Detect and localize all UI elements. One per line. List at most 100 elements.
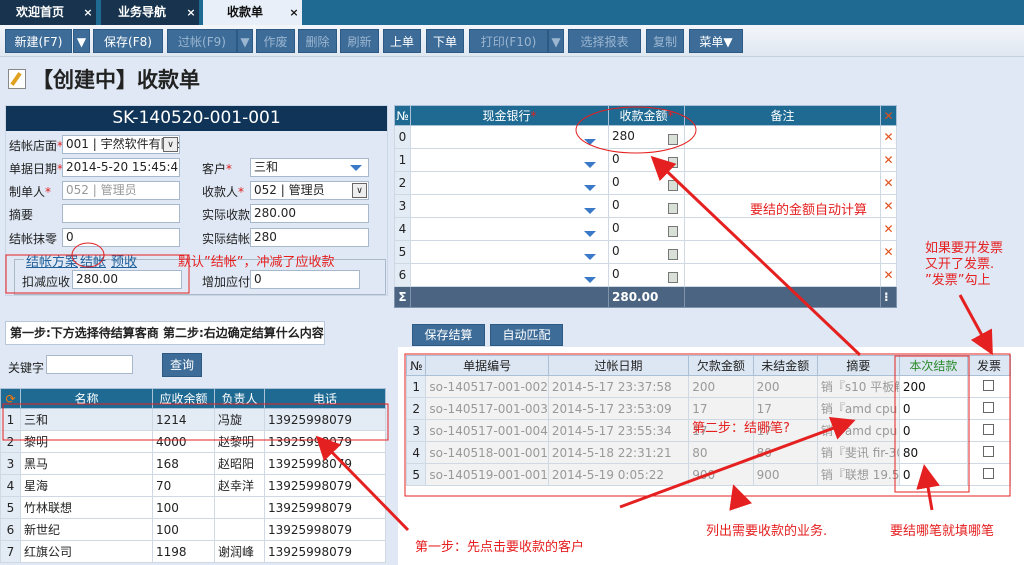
invoice-checkbox[interactable]	[983, 445, 995, 457]
delete-row-icon[interactable]: ✕	[880, 125, 897, 149]
customer-name[interactable]: 星海	[20, 474, 153, 497]
invoice-checkbox[interactable]	[983, 379, 995, 391]
round-off-input[interactable]: 0	[62, 228, 180, 247]
new-dropdown-button[interactable]: ▼	[73, 29, 90, 53]
save-settlement-button[interactable]: 保存结算	[412, 324, 485, 346]
customer-row[interactable]: 4 星海 70 赵幸洋 13925998079	[0, 474, 386, 497]
tab-welcome[interactable]: 欢迎首页	[0, 0, 80, 25]
note-input[interactable]	[684, 240, 881, 264]
tab-receipt-close-icon[interactable]: ×	[286, 0, 302, 25]
pay-amount-input[interactable]: 0	[898, 463, 968, 486]
customer-row[interactable]: 7 红旗公司 1198 谢润峰 13925998079	[0, 540, 386, 563]
bank-select[interactable]	[410, 194, 609, 218]
bank-select[interactable]	[410, 171, 609, 195]
amount-input[interactable]: 0	[608, 263, 685, 287]
customer-select[interactable]: 三和	[250, 158, 369, 177]
scheme-link[interactable]: 结帐方案	[24, 251, 81, 270]
customer-row[interactable]: 1 三和 1214 冯旋 13925998079	[0, 408, 386, 431]
actual-settle-input[interactable]: 280	[250, 228, 369, 247]
keyword-input[interactable]	[46, 355, 133, 374]
refresh-button[interactable]: 刷新	[340, 29, 379, 53]
calculator-icon[interactable]	[668, 203, 678, 214]
bank-select[interactable]	[410, 240, 609, 264]
customer-panel-tab[interactable]: 第一步:下方选择待结算客商 第二步:右边确定结算什么内容	[5, 321, 325, 345]
columns-icon[interactable]: ⁝	[880, 286, 897, 308]
delete-row-icon[interactable]: ✕	[880, 217, 897, 241]
actual-receive-input[interactable]: 280.00	[250, 204, 369, 223]
tab-receipt[interactable]: 收款单	[203, 0, 287, 25]
date-input[interactable]: 2014-5-20 15:45:46	[62, 158, 180, 177]
store-select[interactable]: 001 | 宇然软件有限公 ∨	[62, 135, 180, 154]
amount-input[interactable]: 0	[608, 194, 685, 218]
bank-select[interactable]	[410, 217, 609, 241]
print-dropdown-button[interactable]: ▼	[548, 29, 564, 53]
invoice-checkbox[interactable]	[983, 467, 995, 479]
delete-row-icon[interactable]: ✕	[880, 148, 897, 172]
tab-welcome-close-icon[interactable]: ×	[80, 0, 96, 25]
post-dropdown-button[interactable]: ▼	[237, 29, 253, 53]
invoice-checkbox[interactable]	[983, 423, 995, 435]
select-report-button[interactable]: 选择报表	[568, 29, 641, 53]
bank-select[interactable]	[410, 125, 609, 149]
amount-input[interactable]: 280	[608, 125, 685, 149]
calculator-icon[interactable]	[668, 157, 678, 168]
search-button[interactable]: 查询	[162, 353, 202, 377]
customer-row[interactable]: 2 黎明 4000 赵黎明 13925998079	[0, 430, 386, 453]
amount-input[interactable]: 0	[608, 240, 685, 264]
pay-amount-input[interactable]: 0	[898, 419, 968, 442]
pay-amount-input[interactable]: 80	[898, 441, 968, 464]
post-button[interactable]: 过帐(F9)	[167, 29, 237, 53]
note-input[interactable]	[684, 171, 881, 195]
copy-button[interactable]: 复制	[646, 29, 684, 53]
delete-row-icon[interactable]: ✕	[880, 194, 897, 218]
menu-button[interactable]: 菜单▼	[689, 29, 743, 53]
prepay-link[interactable]: 预收	[111, 251, 137, 270]
customer-name[interactable]: 红旗公司	[20, 540, 153, 563]
auto-match-button[interactable]: 自动匹配	[490, 324, 563, 346]
pay-amount-input[interactable]: 0	[898, 397, 968, 420]
delete-row-icon[interactable]: ✕	[880, 240, 897, 264]
calculator-icon[interactable]	[668, 249, 678, 260]
summary-input[interactable]	[62, 204, 180, 223]
settle-link[interactable]: 结帐	[80, 251, 106, 270]
add-payable-input[interactable]: 0	[250, 270, 360, 289]
payee-select[interactable]: 052 | 管理员 ∨	[250, 181, 369, 200]
calculator-icon[interactable]	[668, 226, 678, 237]
delete-row-icon[interactable]: ✕	[880, 263, 897, 287]
invoice-checkbox[interactable]	[983, 401, 995, 413]
customer-row[interactable]: 6 新世纪 100 13925998079	[0, 518, 386, 541]
note-input[interactable]	[684, 125, 881, 149]
delete-row-icon[interactable]: ✕	[880, 171, 897, 195]
customer-row[interactable]: 5 竹林联想 100 13925998079	[0, 496, 386, 519]
clear-all-icon[interactable]: ✕	[880, 105, 897, 126]
customer-name[interactable]: 竹林联想	[20, 496, 153, 519]
amount-input[interactable]: 0	[608, 148, 685, 172]
bank-select[interactable]	[410, 148, 609, 172]
customer-name[interactable]: 黑马	[20, 452, 153, 475]
next-doc-button[interactable]: 下单	[426, 29, 464, 53]
amount-input[interactable]: 0	[608, 217, 685, 241]
save-button[interactable]: 保存(F8)	[93, 29, 163, 53]
prev-doc-button[interactable]: 上单	[383, 29, 421, 53]
refresh-icon[interactable]: ⟳	[0, 388, 21, 409]
delete-button[interactable]: 删除	[298, 29, 337, 53]
customer-name[interactable]: 黎明	[20, 430, 153, 453]
note-input[interactable]	[684, 148, 881, 172]
void-button[interactable]: 作废	[256, 29, 295, 53]
deduct-input[interactable]: 280.00	[72, 270, 182, 289]
note-input[interactable]	[684, 263, 881, 287]
print-button[interactable]: 打印(F10)	[469, 29, 548, 53]
calculator-icon[interactable]	[668, 134, 678, 145]
bank-select[interactable]	[410, 263, 609, 287]
customer-name[interactable]: 新世纪	[20, 518, 153, 541]
amount-input[interactable]: 0	[608, 171, 685, 195]
tab-business-nav-close-icon[interactable]: ×	[183, 0, 199, 25]
new-button[interactable]: 新建(F7)	[5, 29, 72, 53]
calculator-icon[interactable]	[668, 180, 678, 191]
tab-business-nav[interactable]: 业务导航	[101, 0, 183, 25]
calculator-icon[interactable]	[668, 272, 678, 283]
pay-amount-input[interactable]: 200	[898, 375, 968, 398]
customer-row[interactable]: 3 黑马 168 赵昭阳 13925998079	[0, 452, 386, 475]
note-input[interactable]	[684, 217, 881, 241]
customer-name[interactable]: 三和	[20, 408, 153, 431]
